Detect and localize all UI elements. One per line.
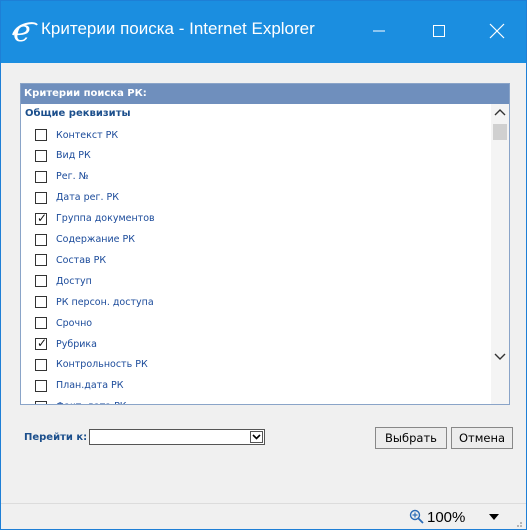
criteria-item[interactable]: ✓ Контрольность РК (35, 355, 475, 375)
criteria-label: Содержание РК (56, 234, 135, 245)
caret-down-icon (489, 514, 499, 520)
criteria-label: Срочно (56, 317, 93, 329)
scroll-thumb[interactable] (493, 124, 507, 140)
criteria-label: Рег. № (56, 171, 89, 183)
group-label: Общие реквизиты (25, 108, 131, 119)
criteria-label: Контрольность РК (56, 359, 148, 371)
criteria-checkbox[interactable]: ✓ (35, 210, 48, 225)
check-icon: ✓ (37, 210, 48, 225)
zoom-in-icon (409, 509, 424, 524)
vertical-scrollbar[interactable] (491, 104, 509, 404)
criteria-item[interactable]: ✓ Состав РК (35, 250, 475, 270)
maximize-button[interactable] (417, 11, 461, 51)
criteria-checkbox[interactable]: ✓ (35, 400, 47, 404)
criteria-label: Вид РК (56, 150, 91, 162)
zoom-level: 100% (427, 508, 466, 526)
status-bar: 100% (1, 503, 526, 529)
criteria-item[interactable]: ✓ Контекст РК (35, 125, 475, 145)
criteria-label: Контекст РК (56, 129, 119, 141)
criteria-item[interactable]: ✓ Дата рег. РК (35, 188, 475, 208)
select-button[interactable]: Выбрать (375, 427, 447, 449)
close-button[interactable] (475, 11, 519, 51)
zoom-dropdown-button[interactable] (486, 510, 502, 524)
dropdown-arrow-icon[interactable] (250, 431, 264, 443)
criteria-item[interactable]: ✓ Содержание РК (35, 230, 475, 250)
criteria-item[interactable]: ✓ РК персон. доступа (35, 292, 475, 312)
minimize-button[interactable] (357, 11, 401, 51)
resize-grip-icon[interactable] (513, 518, 523, 528)
minimize-icon (373, 30, 385, 32)
criteria-checkbox[interactable]: ✓ (35, 275, 47, 288)
criteria-item[interactable]: ✓ Вид РК (35, 146, 475, 166)
criteria-checkbox[interactable]: ✓ (35, 149, 47, 162)
criteria-checkbox[interactable]: ✓ (35, 379, 47, 392)
criteria-label: Рубрика (56, 338, 97, 350)
close-icon (489, 23, 505, 39)
criteria-item[interactable]: ✓ Срочно (35, 313, 475, 333)
browser-window: e Критерии поиска - Internet Explorer Кр… (0, 0, 527, 530)
criteria-label: Дата рег. РК (56, 192, 119, 204)
criteria-checkbox[interactable]: ✓ (35, 254, 47, 267)
criteria-item[interactable]: ✓ План.дата РК (35, 376, 475, 396)
panel-header: Критерии поиска РК: (21, 84, 509, 104)
title-bar: e Критерии поиска - Internet Explorer (1, 1, 526, 63)
criteria-item[interactable]: ✓ Факт. дата РК (35, 397, 475, 404)
criteria-label: Группа документов (56, 213, 155, 225)
cancel-button[interactable]: Отмена (451, 427, 513, 449)
criteria-item[interactable]: ✓ Доступ (35, 271, 475, 291)
criteria-list: Общие реквизиты ✓ Контекст РК ✓ Вид РК ✓ Рег.… (21, 104, 491, 404)
criteria-label: РК персон. доступа (56, 296, 154, 308)
criteria-item[interactable]: ✓ Группа документов (35, 209, 475, 229)
scroll-up-button[interactable] (491, 104, 509, 120)
criteria-checkbox[interactable]: ✓ (35, 336, 48, 350)
criteria-panel: Критерии поиска РК: Общие реквизиты ✓ Кон… (20, 83, 510, 405)
check-icon: ✓ (37, 336, 48, 350)
chevron-down-icon (494, 353, 506, 360)
criteria-checkbox[interactable]: ✓ (35, 170, 47, 183)
dialog-content: Критерии поиска РК: Общие реквизиты ✓ Кон… (1, 63, 526, 503)
criteria-label: Факт. дата РК (56, 401, 127, 404)
criteria-checkbox[interactable]: ✓ (35, 191, 47, 204)
criteria-checkbox[interactable]: ✓ (35, 296, 47, 309)
criteria-item[interactable]: ✓ Рег. № (35, 167, 475, 187)
chevron-up-icon (494, 109, 506, 116)
scroll-down-button[interactable] (491, 349, 509, 365)
criteria-label: Состав РК (56, 254, 107, 266)
window-title: Критерии поиска - Internet Explorer (41, 19, 315, 38)
criteria-checkbox[interactable]: ✓ (35, 233, 47, 246)
criteria-checkbox[interactable]: ✓ (35, 317, 47, 330)
criteria-checkbox[interactable]: ✓ (35, 129, 47, 141)
zoom-control[interactable]: 100% (409, 507, 465, 527)
criteria-label: План.дата РК (56, 380, 124, 392)
goto-label: Перейти к: (24, 431, 88, 443)
criteria-checkbox[interactable]: ✓ (35, 358, 47, 371)
goto-row: Перейти к: (24, 427, 266, 447)
maximize-icon (433, 25, 445, 37)
criteria-item[interactable]: ✓ Рубрика (35, 334, 475, 354)
goto-select[interactable] (89, 429, 266, 445)
criteria-label: Доступ (56, 275, 92, 287)
internet-explorer-logo-icon: e (12, 15, 38, 47)
